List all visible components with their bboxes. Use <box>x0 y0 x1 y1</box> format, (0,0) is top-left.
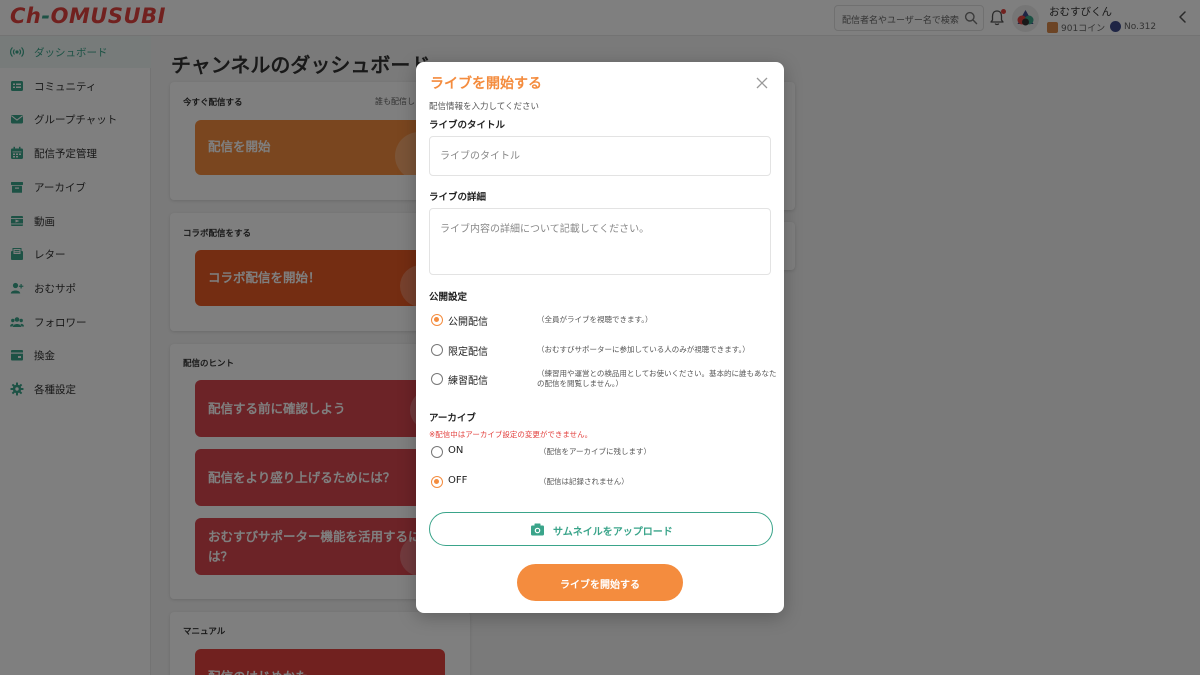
live-detail-textarea[interactable] <box>429 208 771 275</box>
start-live-label: ライブを開始する <box>560 580 640 591</box>
radio-desc-archive-on: （配信をアーカイブに残します） <box>539 447 652 456</box>
archive-label: アーカイブ <box>429 413 476 424</box>
detail-field-label: ライブの詳細 <box>429 192 487 203</box>
radio-desc-practice-line2: の配信を閲覧しません。） <box>537 379 624 388</box>
visibility-label: 公開設定 <box>429 292 468 303</box>
radio-archive-on[interactable] <box>431 446 443 458</box>
radio-label-archive-on[interactable]: ON <box>448 445 463 456</box>
radio-desc-archive-off: （配信は記録されません） <box>539 477 629 486</box>
archive-warning: ※配信中はアーカイブ設定の変更ができません。 <box>429 430 593 439</box>
radio-limited[interactable] <box>431 344 443 356</box>
modal-subtitle: 配信情報を入力してください <box>429 102 539 112</box>
title-field-label: ライブのタイトル <box>429 120 506 131</box>
modal-title: ライブを開始する <box>430 76 542 92</box>
close-icon[interactable] <box>755 76 769 90</box>
start-live-button[interactable]: ライブを開始する <box>517 564 683 601</box>
camera-icon <box>531 523 544 536</box>
radio-desc-public: （全員がライブを視聴できます。） <box>537 315 653 324</box>
radio-desc-practice-line1: （練習用や運営との検品用としてお使いください。基本的に誰もあなた <box>537 369 777 378</box>
radio-archive-off[interactable] <box>431 476 443 488</box>
start-live-modal: ライブを開始する 配信情報を入力してください ライブのタイトル ライブの詳細 公… <box>416 62 784 613</box>
live-title-input[interactable] <box>429 136 771 176</box>
radio-label-archive-off[interactable]: OFF <box>448 475 467 486</box>
radio-desc-limited: （おむすびサポーターに参加している人のみが視聴できます。） <box>537 345 750 354</box>
radio-label-limited[interactable]: 限定配信 <box>448 343 488 358</box>
radio-public[interactable] <box>431 314 443 326</box>
upload-thumbnail-button[interactable]: サムネイルをアップロード <box>429 512 773 546</box>
upload-label: サムネイルをアップロード <box>553 527 673 538</box>
radio-practice[interactable] <box>431 373 443 385</box>
radio-label-practice[interactable]: 練習配信 <box>448 372 488 387</box>
radio-label-public[interactable]: 公開配信 <box>448 313 488 328</box>
